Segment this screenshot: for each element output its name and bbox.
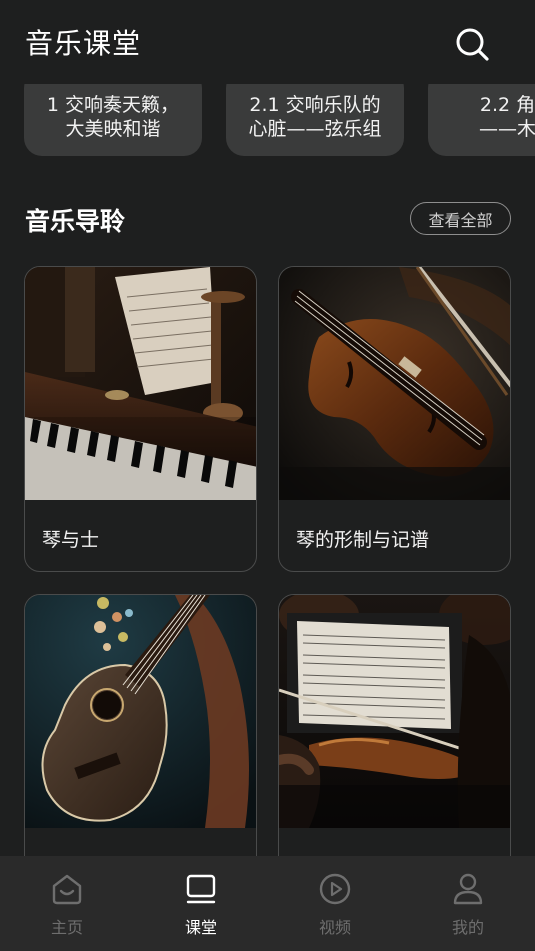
- chapter-label: 2.1 交响乐队的 心脏——弦乐组: [248, 94, 382, 140]
- ukulele-image: [25, 595, 256, 828]
- home-icon: [52, 874, 82, 905]
- search-icon: [456, 28, 489, 61]
- nav-item-video[interactable]: 视频: [268, 856, 402, 951]
- profile-icon: [453, 873, 483, 905]
- card-title: 琴与士: [42, 529, 100, 551]
- nav-item-home[interactable]: 主页: [0, 856, 134, 951]
- chapter-label: 1 交响奏天籁， 大美映和谐: [46, 94, 180, 140]
- view-all-button[interactable]: 查看全部: [410, 202, 511, 235]
- play-icon: [319, 873, 351, 905]
- bottom-nav: 主页 课堂 视频 我的: [0, 856, 535, 951]
- chapter-label: 2.2 角色 ——木管: [478, 94, 535, 140]
- course-card[interactable]: 琴的形制与记谱: [278, 266, 511, 572]
- card-title: 琴的形制与记谱: [296, 529, 430, 551]
- nav-label: 主页: [50, 918, 83, 937]
- course-card[interactable]: 琴与士: [24, 266, 257, 572]
- course-card[interactable]: [24, 594, 257, 900]
- top-bar: 音乐课堂: [0, 0, 535, 84]
- nav-label: 视频: [318, 918, 351, 937]
- violin-image: [279, 267, 510, 500]
- piano-image: [25, 267, 256, 500]
- nav-label: 我的: [451, 918, 484, 937]
- classroom-icon: [186, 874, 216, 904]
- violinist-image: [279, 595, 510, 828]
- nav-item-profile[interactable]: 我的: [401, 856, 535, 951]
- search-button[interactable]: [452, 24, 492, 64]
- nav-label: 课堂: [184, 918, 217, 937]
- course-card[interactable]: [278, 594, 511, 900]
- app-screen: 音乐课堂 1 交响奏天籁， 大美映和谐 2.1 交响乐队的 心脏——弦乐组 2.…: [0, 0, 535, 951]
- section-title: 音乐导聆: [25, 207, 126, 236]
- page-title: 音乐课堂: [25, 27, 142, 60]
- nav-item-classroom[interactable]: 课堂: [134, 856, 268, 951]
